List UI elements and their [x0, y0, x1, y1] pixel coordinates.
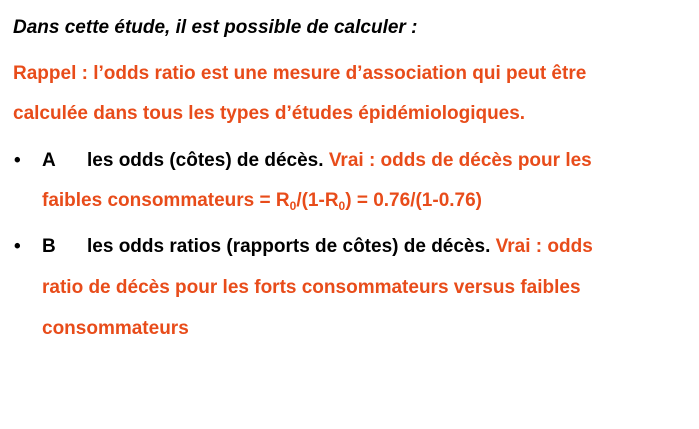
rappel-line-1: Rappel : l’odds ratio est une mesure d’a… — [13, 63, 587, 84]
option-b-answer-line-3: consommateurs — [42, 318, 189, 339]
option-a-text: les odds (côtes) de décès. — [87, 150, 324, 171]
option-letter-b: B — [42, 236, 56, 257]
formula-part-1: faibles consommateurs = R — [42, 190, 290, 211]
slide: Dans cette étude, il est possible de cal… — [0, 0, 699, 429]
option-a-formula: faibles consommateurs = R0/(1-R0) = 0.76… — [42, 189, 482, 213]
bullet-a: • — [14, 150, 21, 171]
option-a-line-1: les odds (côtes) de décès. Vrai : odds d… — [87, 149, 592, 173]
option-b-line-1: les odds ratios (rapports de côtes) de d… — [87, 235, 593, 259]
question-title: Dans cette étude, il est possible de cal… — [13, 17, 418, 38]
rappel-line-2: calculée dans tous les types d’études ép… — [13, 103, 526, 124]
option-b-answer-line-2: ratio de décès pour les forts consommate… — [42, 277, 581, 298]
option-b-answer: Vrai : odds — [495, 236, 593, 257]
option-a-answer: Vrai : odds de décès pour les — [328, 150, 592, 171]
option-b-text: les odds ratios (rapports de côtes) de d… — [87, 236, 491, 257]
bullet-b: • — [14, 236, 21, 257]
formula-part-3: ) = 0.76/(1-0.76) — [345, 190, 483, 211]
formula-part-2: /(1-R — [296, 190, 339, 211]
option-letter-a: A — [42, 150, 56, 171]
